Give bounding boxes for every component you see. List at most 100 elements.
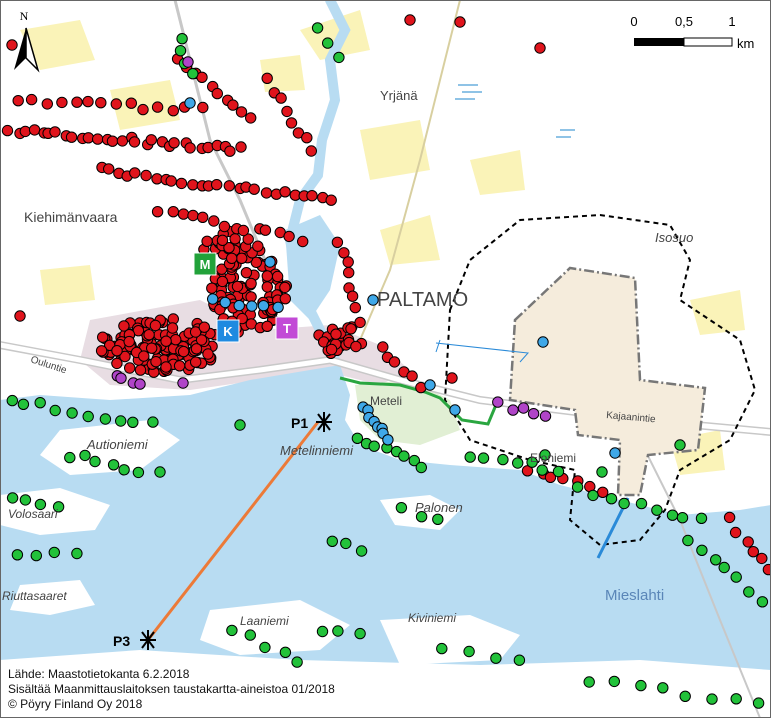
red-marker: [597, 486, 609, 498]
green-marker: [311, 22, 324, 34]
green-marker: [682, 534, 694, 547]
north-arrow-letter: N: [20, 9, 29, 23]
green-marker: [71, 547, 83, 560]
green-marker: [333, 51, 345, 64]
label-palonen: Palonen: [415, 500, 463, 515]
red-marker: [116, 135, 129, 147]
red-marker: [226, 252, 238, 264]
green-marker: [583, 676, 595, 688]
red-marker: [177, 345, 190, 358]
label-volosaari: Volosaari: [8, 507, 58, 521]
red-marker: [19, 125, 31, 138]
red-marker: [82, 95, 94, 108]
purple-marker: [517, 402, 530, 414]
green-marker: [679, 690, 691, 702]
green-marker: [259, 641, 271, 654]
green-marker: [355, 545, 368, 557]
red-marker: [281, 105, 293, 118]
blue-marker: [537, 336, 549, 348]
red-marker: [245, 112, 257, 124]
red-marker: [271, 270, 284, 283]
red-marker: [330, 328, 342, 340]
green-marker: [154, 466, 166, 478]
green-marker: [497, 453, 509, 466]
badge-m[interactable]: M: [193, 252, 217, 276]
green-marker: [234, 419, 246, 431]
green-marker: [743, 586, 755, 598]
red-marker: [170, 334, 182, 346]
badge-k[interactable]: K: [216, 319, 240, 343]
red-marker: [325, 343, 338, 356]
label-kiehimanvaara: Kiehimänvaara: [24, 209, 118, 225]
red-marker: [388, 356, 401, 368]
red-marker: [82, 132, 95, 144]
point-p1-label: P1: [291, 415, 308, 431]
red-marker: [184, 142, 196, 154]
red-marker: [14, 310, 26, 322]
red-marker: [742, 536, 754, 548]
red-marker: [208, 215, 220, 227]
red-marker: [305, 145, 317, 157]
red-marker: [143, 329, 155, 341]
red-marker: [168, 137, 180, 149]
red-marker: [279, 293, 291, 305]
green-marker: [695, 512, 708, 524]
point-p3-label: P3: [113, 633, 130, 649]
blue-marker: [382, 434, 394, 446]
red-marker: [343, 266, 355, 279]
map-view[interactable]: Yrjänä Isosuo Kiehimänvaara PALTAMO Oulu…: [0, 0, 771, 718]
label-kiviniemi: Kiviniemi: [408, 611, 456, 625]
green-marker: [6, 492, 19, 504]
red-marker: [137, 103, 149, 116]
purple-marker: [507, 404, 519, 416]
green-marker: [464, 451, 476, 463]
blue-marker: [219, 296, 231, 309]
green-marker: [187, 68, 199, 80]
red-marker: [747, 546, 759, 558]
label-meteli: Meteli: [370, 394, 402, 408]
red-marker: [224, 145, 236, 157]
red-marker: [92, 133, 104, 145]
red-marker: [260, 187, 273, 199]
green-marker: [596, 466, 608, 478]
green-marker: [718, 561, 730, 574]
red-marker: [261, 270, 273, 282]
badge-t[interactable]: T: [275, 316, 299, 340]
green-marker: [127, 416, 139, 428]
badge-t-label: T: [283, 321, 291, 336]
red-marker: [202, 348, 214, 360]
blue-marker: [272, 301, 284, 313]
green-marker: [651, 504, 663, 516]
red-marker: [106, 135, 119, 147]
green-marker: [279, 646, 292, 658]
red-marker: [211, 87, 224, 100]
red-marker: [167, 105, 180, 117]
credits-line-1: Lähde: Maastotietokanta 6.2.2018: [8, 667, 190, 681]
map-canvas[interactable]: Yrjänä Isosuo Kiehimänvaara PALTAMO Oulu…: [0, 0, 771, 718]
red-marker: [237, 224, 250, 237]
red-marker: [149, 319, 162, 332]
green-marker: [635, 679, 647, 692]
red-marker: [197, 101, 209, 114]
red-marker: [151, 206, 164, 218]
purple-marker: [115, 372, 127, 384]
red-marker: [223, 180, 236, 192]
green-marker: [19, 494, 32, 506]
red-marker: [235, 141, 247, 153]
label-laaniemi: Laaniemi: [240, 614, 289, 628]
red-marker: [41, 98, 53, 110]
red-marker: [140, 169, 152, 182]
red-marker: [150, 356, 162, 368]
green-marker: [115, 415, 127, 427]
green-marker: [587, 489, 599, 502]
green-marker: [332, 625, 344, 637]
green-marker: [226, 624, 238, 637]
green-marker: [66, 407, 78, 419]
green-marker: [432, 513, 444, 525]
label-metelinniemi: Metelinniemi: [280, 443, 354, 458]
red-marker: [229, 233, 241, 245]
green-marker: [244, 629, 257, 641]
red-marker: [216, 275, 229, 288]
red-marker: [331, 236, 344, 249]
red-marker: [25, 93, 38, 106]
